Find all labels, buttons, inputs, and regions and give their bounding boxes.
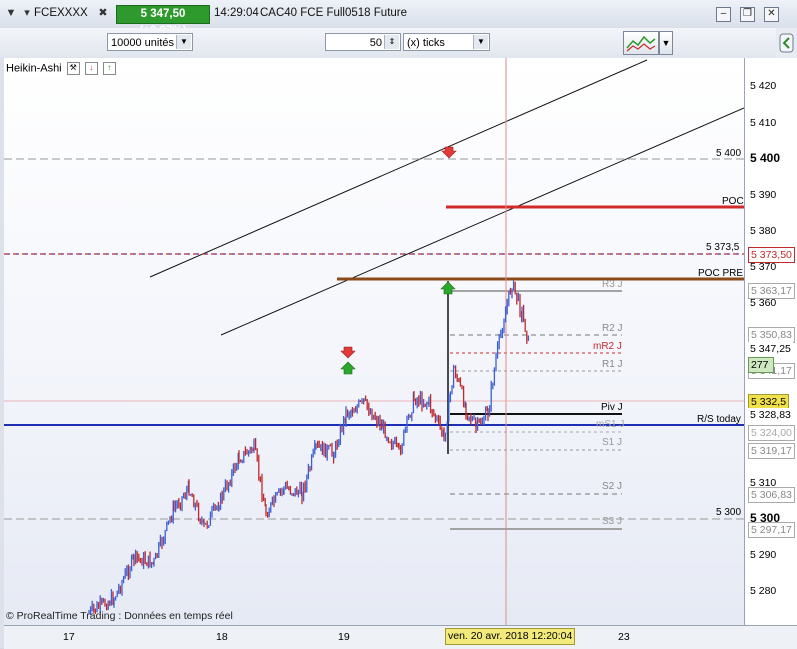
buy-signal-arrow-top: [440, 281, 456, 295]
title-bar: ▼ ▾ FCEXXXX ✖ 5 347,50 (+0,27%) 14:29:04…: [0, 0, 797, 37]
level-label-5400: 5 400: [716, 148, 742, 159]
instrument-symbol[interactable]: FCEXXXX: [34, 7, 88, 19]
close-button[interactable]: ✕: [764, 7, 779, 22]
level-label-5300: 5 300: [716, 507, 742, 518]
level-label-rs-today: R/S today: [697, 414, 741, 425]
indicator-name: Heikin-Ashi: [6, 62, 62, 75]
price-tag-piv: 5 328,83: [748, 408, 793, 422]
level-label-r3: R3 J: [602, 279, 623, 290]
ticks-unit: (x) ticks: [407, 37, 445, 49]
price-tag-ms1: 5 324,00: [748, 425, 795, 441]
x-tick: 19: [338, 631, 350, 643]
price-tag-s1: 5 319,17: [748, 443, 795, 459]
y-tick: 5 280: [750, 585, 777, 597]
x-tick: 17: [63, 631, 75, 643]
ticks-value-input[interactable]: 50 ⇕: [325, 33, 401, 51]
level-label-piv: Piv J: [601, 402, 623, 413]
clock-time: 14:29:04: [214, 7, 259, 19]
x-tick: 18: [216, 631, 228, 643]
level-label-s1: S1 J: [602, 437, 623, 448]
y-tick: 5 420: [750, 80, 777, 92]
y-tick: 5 400: [750, 151, 781, 165]
level-label-r1: R1 J: [602, 359, 623, 370]
ticks-value: 50: [369, 37, 382, 49]
add-indicator-icon[interactable]: ↑: [102, 62, 116, 75]
trendline-lower: [220, 107, 744, 336]
price-tag-current: 5 347,25: [748, 342, 793, 356]
data-source-footer: © ProRealTime Trading : Données en temps…: [6, 610, 233, 622]
quantity-value: 10000 unités: [111, 37, 174, 49]
chevron-down-icon[interactable]: ▼: [176, 35, 191, 49]
wrench-icon[interactable]: ⚒: [66, 62, 80, 75]
y-tick: 5 390: [750, 189, 777, 201]
level-label-mr2: mR2 J: [593, 341, 622, 352]
price-tag-s2: 5 306,83: [748, 487, 795, 503]
level-label-poc-pre: POC PRE: [698, 268, 744, 279]
buy-signal-arrow-mid: [340, 361, 356, 375]
restore-button[interactable]: ❐: [740, 7, 755, 22]
instrument-description: CAC40 FCE Full0518 Future: [260, 7, 408, 19]
minimize-button[interactable]: –: [716, 7, 731, 22]
trendline-upper: [149, 59, 648, 278]
toolbar: 10000 unités ▼ 50 ⇕ (x) ticks ▼ ▼: [0, 28, 797, 59]
y-tick: 5 410: [750, 117, 777, 129]
price-chart[interactable]: [4, 58, 744, 625]
ticks-unit-select[interactable]: (x) ticks ▼: [403, 33, 490, 51]
price-tag-r3: 5 363,17: [748, 283, 795, 299]
volume-tag: 277: [748, 357, 774, 373]
chart-style-dropdown[interactable]: ▼: [659, 31, 673, 55]
side-panel-toggle[interactable]: [776, 28, 797, 58]
y-tick: 5 290: [750, 549, 777, 561]
price-tag-r2: 5 350,83: [748, 327, 795, 343]
price-tag-5373: 5 373,50: [748, 247, 795, 263]
chart-canvas: [4, 58, 744, 625]
close-instrument-icon[interactable]: ✖: [96, 6, 110, 20]
remove-indicator-icon[interactable]: ↓: [84, 62, 98, 75]
x-tick: 23: [618, 631, 630, 643]
level-label-5373: 5 373,5: [706, 242, 740, 253]
quantity-select[interactable]: 10000 unités ▼: [107, 33, 193, 51]
y-tick: 5 380: [750, 225, 777, 237]
level-label-s2: S2 J: [602, 481, 623, 492]
level-label-r2: R2 J: [602, 323, 623, 334]
crosshair-date: ven. 20 avr. 2018 12:20:04: [445, 628, 576, 645]
dropdown-arrow-icon[interactable]: ▾: [20, 6, 34, 20]
sell-signal-arrow-mid: [340, 346, 356, 359]
price-tag-s3: 5 297,17: [748, 522, 795, 538]
level-label-s3: S3 J: [602, 516, 623, 527]
heikin-ashi-candles: [88, 280, 530, 616]
price-badge: 5 347,50 (+0,27%): [116, 5, 210, 37]
indicator-label[interactable]: Heikin-Ashi ⚒ ↓ ↑: [6, 62, 116, 76]
collapse-panel-icon: [779, 33, 794, 53]
chevron-down-icon[interactable]: ▼: [473, 35, 488, 49]
chevron-down-icon[interactable]: ▼: [4, 6, 18, 20]
chart-style-button[interactable]: [623, 31, 659, 55]
stepper-icon[interactable]: ⇕: [384, 35, 399, 49]
level-label-ms1: mS1 J: [596, 419, 625, 430]
time-axis[interactable]: 17 18 19 ven. 20 avr. 2018 12:20:04 23: [4, 625, 797, 649]
chart-style-icon: [626, 35, 656, 52]
level-label-poc: POC: [722, 196, 744, 207]
